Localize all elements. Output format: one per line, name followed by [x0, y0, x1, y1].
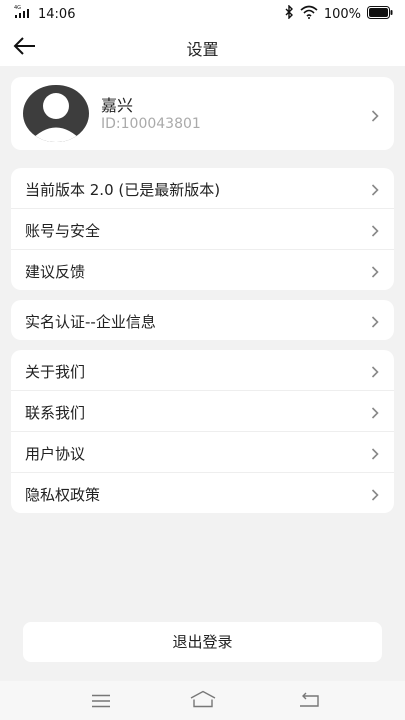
settings-row-about-us[interactable]: 关于我们	[11, 350, 394, 390]
chevron-right-icon	[371, 486, 379, 501]
settings-group-verification: 实名认证--企业信息	[11, 300, 394, 340]
wifi-icon	[300, 5, 318, 23]
settings-row-privacy-policy[interactable]: 隐私权政策	[11, 473, 394, 513]
row-label: 联系我们	[25, 404, 86, 422]
page-title: 设置	[186, 40, 219, 59]
bluetooth-icon	[284, 4, 294, 23]
chevron-right-icon	[371, 445, 379, 460]
chevron-right-icon	[371, 404, 379, 419]
battery-level: 100%	[323, 6, 361, 22]
avatar	[23, 85, 89, 142]
cellular-signal-icon: 4G	[14, 5, 32, 23]
settings-group-app: 当前版本 2.0 (已是最新版本) 账号与安全 建议反馈	[11, 168, 394, 290]
row-label: 隐私权政策	[25, 486, 101, 504]
settings-row-account-security[interactable]: 账号与安全	[11, 209, 394, 249]
chevron-right-icon	[371, 107, 379, 122]
settings-row-contact-us[interactable]: 联系我们	[11, 391, 394, 431]
profile-id: ID:100043801	[101, 116, 201, 132]
settings-row-version[interactable]: 当前版本 2.0 (已是最新版本)	[11, 168, 394, 208]
settings-row-feedback[interactable]: 建议反馈	[11, 250, 394, 290]
system-navigation-bar	[0, 681, 405, 720]
profile-card[interactable]: 嘉兴 ID:100043801	[11, 77, 394, 150]
row-label: 建议反馈	[25, 263, 86, 281]
chevron-right-icon	[371, 181, 379, 196]
status-bar: 4G 14:06 100%	[0, 0, 405, 26]
row-label: 关于我们	[25, 363, 86, 381]
chevron-right-icon	[371, 363, 379, 378]
battery-icon	[367, 5, 393, 23]
profile-name: 嘉兴	[101, 96, 134, 115]
row-label: 用户协议	[25, 445, 86, 463]
status-time: 14:06	[38, 6, 76, 22]
top-navigation-bar: 设置	[0, 26, 405, 66]
chevron-right-icon	[371, 313, 379, 328]
chevron-right-icon	[371, 222, 379, 237]
menu-icon[interactable]	[91, 693, 111, 712]
settings-row-user-agreement[interactable]: 用户协议	[11, 432, 394, 472]
logout-button[interactable]: 退出登录	[23, 622, 382, 662]
row-label: 当前版本 2.0 (已是最新版本)	[25, 181, 221, 199]
settings-row-real-name-verification[interactable]: 实名认证--企业信息	[11, 300, 394, 340]
settings-group-about: 关于我们 联系我们 用户协议 隐私权政策	[11, 350, 394, 513]
svg-text:4G: 4G	[14, 5, 21, 11]
row-label: 账号与安全	[25, 222, 101, 240]
back-nav-icon[interactable]	[298, 692, 320, 712]
row-label: 实名认证--企业信息	[25, 313, 156, 331]
home-icon[interactable]	[189, 690, 217, 712]
chevron-right-icon	[371, 263, 379, 278]
